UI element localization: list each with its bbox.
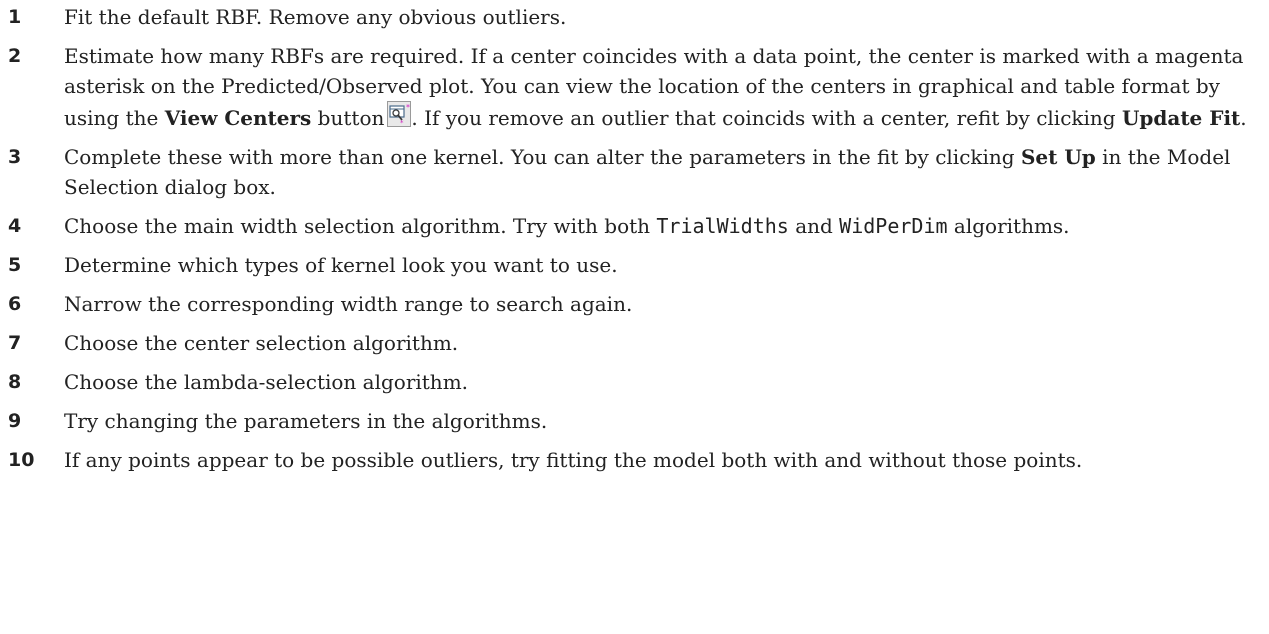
step-1: 1 Fit the default RBF. Remove any obviou… <box>8 2 1263 32</box>
step-9: 9 Try changing the parameters in the alg… <box>8 406 1263 436</box>
step-number: 2 <box>8 45 22 67</box>
set-up-label: Set Up <box>1020 145 1096 169</box>
step-number: 5 <box>8 254 22 276</box>
step-10: 10 If any points appear to be possible o… <box>8 445 1263 475</box>
step-text: Choose the main width selection algorith… <box>64 211 1263 241</box>
step-8: 8 Choose the lambda-selection algorithm. <box>8 367 1263 397</box>
step-text-part: Choose the main width selection algorith… <box>64 214 657 238</box>
numbered-step-list: 1 Fit the default RBF. Remove any obviou… <box>8 0 1263 475</box>
trialwidths-code: TrialWidths <box>656 214 789 238</box>
step-text-part: . <box>1240 106 1247 130</box>
step-7: 7 Choose the center selection algorithm. <box>8 328 1263 358</box>
step-text: Complete these with more than one kernel… <box>64 142 1263 202</box>
step-text: If any points appear to be possible outl… <box>64 448 1083 472</box>
svg-text:*: * <box>406 103 410 112</box>
step-text: Determine which types of kernel look you… <box>64 253 618 277</box>
widperdim-code: WidPerDim <box>839 214 948 238</box>
step-2: 2 Estimate how many RBFs are required. I… <box>8 41 1263 133</box>
step-number: 9 <box>8 410 22 432</box>
step-number: 8 <box>8 371 22 393</box>
update-fit-label: Update Fit <box>1121 106 1241 130</box>
step-text-part: and <box>788 214 840 238</box>
view-centers-label: View Centers <box>164 106 312 130</box>
step-number: 4 <box>8 215 22 237</box>
step-text: Narrow the corresponding width range to … <box>64 292 633 316</box>
step-text: Try changing the parameters in the algor… <box>64 409 548 433</box>
view-centers-icon: * * <box>387 101 412 127</box>
step-number: 1 <box>8 6 22 28</box>
svg-text:*: * <box>400 119 404 127</box>
step-text-part: algorithms. <box>947 214 1070 238</box>
step-number: 6 <box>8 293 22 315</box>
step-text-part: button <box>311 106 385 130</box>
step-text: Estimate how many RBFs are required. If … <box>64 41 1263 133</box>
step-text-part: . If you remove an outlier that coincids… <box>411 106 1122 130</box>
step-number: 3 <box>8 146 22 168</box>
step-text: Fit the default RBF. Remove any obvious … <box>64 5 567 29</box>
step-6: 6 Narrow the corresponding width range t… <box>8 289 1263 319</box>
step-text-part: Complete these with more than one kernel… <box>64 145 1021 169</box>
step-5: 5 Determine which types of kernel look y… <box>8 250 1263 280</box>
step-3: 3 Complete these with more than one kern… <box>8 142 1263 202</box>
step-number: 10 <box>8 449 35 471</box>
step-text: Choose the center selection algorithm. <box>64 331 459 355</box>
step-4: 4 Choose the main width selection algori… <box>8 211 1263 241</box>
step-text: Choose the lambda-selection algorithm. <box>64 370 469 394</box>
step-number: 7 <box>8 332 22 354</box>
